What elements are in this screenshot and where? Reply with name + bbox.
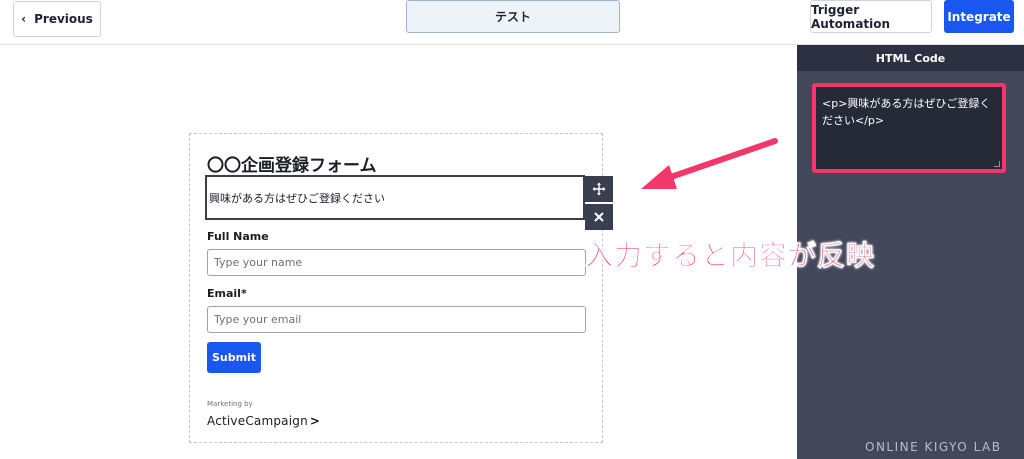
- html-code-text[interactable]: <p>興味がある方はぜひご登録ください</p>: [822, 95, 996, 129]
- form-title[interactable]: 〇〇企画登録フォーム: [207, 151, 377, 176]
- html-code-title: HTML Code: [797, 45, 1024, 71]
- watermark: ONLINE KIGYO LAB: [865, 440, 1002, 454]
- annotation-arrow-icon: [641, 138, 778, 189]
- annotation-text: 入力すると内容が反映: [585, 239, 876, 273]
- move-icon[interactable]: [585, 176, 613, 202]
- paragraph-block[interactable]: 興味がある方はぜひご登録ください: [205, 175, 585, 220]
- html-code-editor[interactable]: <p>興味がある方はぜひご登録ください</p>: [812, 83, 1006, 173]
- email-input[interactable]: [207, 306, 586, 333]
- top-bar: ‹ Previous テスト Trigger Automation Integr…: [0, 0, 1024, 45]
- full-name-label: Full Name: [207, 230, 269, 243]
- brand-arrow-icon: >: [309, 414, 321, 428]
- submit-button[interactable]: Submit: [207, 342, 261, 373]
- close-icon[interactable]: [585, 204, 613, 230]
- chevron-left-icon: ‹: [21, 12, 27, 26]
- integrate-button[interactable]: Integrate: [944, 0, 1014, 33]
- form-preview: 〇〇企画登録フォーム 興味がある方はぜひご登録ください Full Name Em…: [189, 133, 613, 443]
- full-name-input[interactable]: [207, 249, 586, 276]
- tab-test[interactable]: テスト: [406, 0, 620, 33]
- close-icon-svg: [594, 212, 604, 222]
- email-label: Email*: [207, 287, 247, 300]
- move-icon-svg: [592, 182, 606, 196]
- previous-label: Previous: [34, 12, 93, 26]
- marketing-by-label: Marketing by: [207, 400, 253, 408]
- brand-name: ActiveCampaign: [207, 414, 308, 428]
- trigger-automation-button[interactable]: Trigger Automation: [810, 0, 932, 33]
- activecampaign-logo: ActiveCampaign >: [207, 414, 320, 428]
- previous-button[interactable]: ‹ Previous: [13, 1, 101, 37]
- paragraph-text[interactable]: 興味がある方はぜひご登録ください: [209, 190, 385, 206]
- resize-handle-icon[interactable]: [994, 161, 1000, 167]
